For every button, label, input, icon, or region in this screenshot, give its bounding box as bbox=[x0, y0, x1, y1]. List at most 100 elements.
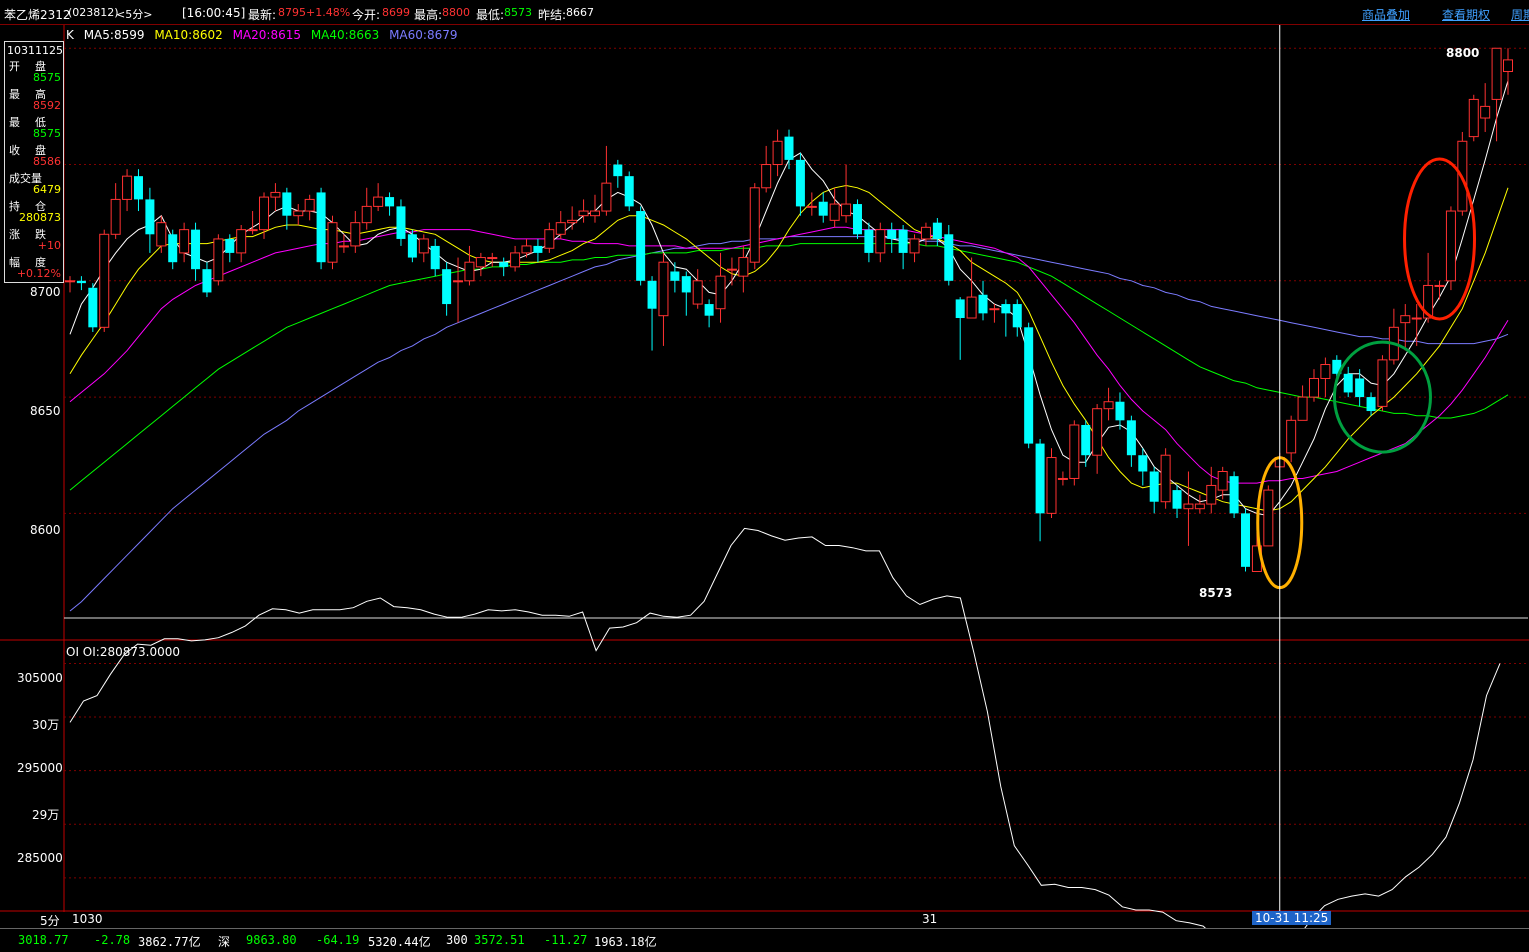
candle-body-up bbox=[122, 175, 133, 200]
candle-body-up bbox=[1217, 470, 1228, 491]
candle-body-up bbox=[1480, 105, 1491, 119]
candle-body-down bbox=[76, 280, 86, 284]
ma5-legend: MA5:8599 bbox=[83, 28, 145, 42]
period-axis-label: 5分 bbox=[40, 914, 60, 928]
info-oi: 280873 bbox=[19, 211, 61, 224]
candle-body-up bbox=[487, 257, 498, 260]
candle-body-down bbox=[385, 197, 395, 207]
candle-body-up bbox=[110, 198, 121, 235]
candle-body-up bbox=[544, 229, 555, 249]
candle-body-up bbox=[1468, 98, 1479, 138]
candle-body-up bbox=[236, 229, 247, 254]
candle-body-up bbox=[1183, 503, 1194, 510]
sz-label: 深 bbox=[218, 935, 231, 949]
info-low: 8575 bbox=[33, 127, 61, 140]
candle-body-up bbox=[179, 229, 190, 254]
candle-body-down bbox=[898, 229, 908, 253]
candle-body-up bbox=[338, 245, 349, 248]
candle-body-down bbox=[1138, 455, 1148, 472]
oi-line bbox=[69, 527, 1501, 951]
candle-body-down bbox=[442, 269, 452, 305]
candle-body-up bbox=[841, 203, 852, 217]
candle-body-up bbox=[156, 222, 167, 247]
candle-body-up bbox=[373, 196, 384, 207]
candle-body-up bbox=[1160, 454, 1171, 503]
candle-body-down bbox=[396, 206, 406, 239]
hs300-index: 3572.51 bbox=[474, 933, 525, 947]
candle-body-up bbox=[589, 210, 600, 217]
candle-body-down bbox=[191, 229, 201, 270]
candle-body-up bbox=[510, 252, 521, 268]
oi-tick-label: 285000 bbox=[17, 851, 63, 865]
info-close: 8586 bbox=[33, 155, 61, 168]
candle-body-down bbox=[1355, 378, 1365, 398]
candle-body-up bbox=[350, 222, 361, 247]
candle-body-up bbox=[1069, 424, 1080, 479]
candle-body-down bbox=[1035, 443, 1045, 514]
cursor-time-label: 10-31 11:25 bbox=[1252, 911, 1332, 925]
candle-body-up bbox=[1491, 47, 1502, 100]
candle-body-down bbox=[430, 245, 440, 270]
candle-body-up bbox=[1057, 477, 1068, 480]
info-vol: 6479 bbox=[33, 183, 61, 196]
high-annotation: 8800 bbox=[1446, 46, 1480, 60]
oi-tick-label: 305000 bbox=[17, 671, 63, 685]
candle-body-down bbox=[978, 294, 988, 314]
info-chg: +10 bbox=[37, 239, 61, 252]
candle-body-up bbox=[475, 257, 486, 268]
candle-body-up bbox=[829, 203, 840, 221]
candle-body-up bbox=[521, 245, 532, 254]
candle-body-up bbox=[1411, 317, 1422, 320]
index-status-bar: 3018.77 -2.78 3862.77亿 深 9863.80 -64.19 … bbox=[0, 928, 1529, 952]
oi-tick-label: 30万 bbox=[32, 718, 60, 732]
candle-body-up bbox=[601, 182, 612, 212]
candle-body-up bbox=[578, 210, 589, 217]
candle-body-down bbox=[168, 234, 178, 263]
bar-info-panel: 10311125 开 盘 8575 最 高 8592 最 低 8575 收 盘 … bbox=[4, 41, 64, 283]
candle-body-up bbox=[361, 205, 372, 224]
candle-body-up bbox=[1377, 359, 1388, 407]
candle-body-down bbox=[499, 262, 509, 267]
candle-body-up bbox=[749, 187, 760, 263]
info-high: 8592 bbox=[33, 99, 61, 112]
ma20-legend: MA20:8615 bbox=[232, 28, 301, 42]
candle-body-down bbox=[145, 199, 155, 235]
candle-body-down bbox=[670, 271, 680, 281]
candle-body-up bbox=[213, 238, 224, 282]
hs300-amount: 1963.18亿 bbox=[594, 935, 657, 949]
candle-body-up bbox=[1092, 408, 1103, 456]
time-tick-label: 1030 bbox=[72, 912, 103, 926]
candle-body-up bbox=[247, 229, 258, 232]
candle-body-down bbox=[1115, 401, 1125, 421]
candle-body-down bbox=[887, 229, 897, 239]
candle-body-down bbox=[944, 234, 954, 281]
candle-body-down bbox=[613, 164, 623, 177]
info-date: 10311125 bbox=[7, 44, 63, 57]
candle-body-up bbox=[1103, 401, 1114, 410]
candle-body-up bbox=[1400, 315, 1411, 324]
candle-body-up bbox=[966, 296, 977, 319]
candle-body-up bbox=[920, 226, 931, 240]
sh-index: 3018.77 bbox=[18, 933, 69, 947]
candle-body-up bbox=[567, 219, 578, 224]
k-label: K bbox=[66, 28, 74, 42]
candle-body-down bbox=[1126, 420, 1136, 456]
candle-body-up bbox=[1308, 377, 1319, 398]
candle-body-up bbox=[304, 198, 315, 212]
candle-body-down bbox=[864, 229, 874, 253]
candle-body-up bbox=[555, 222, 566, 235]
candle-body-up bbox=[658, 261, 669, 317]
kline-chart[interactable] bbox=[0, 0, 1529, 951]
candle-body-down bbox=[88, 287, 98, 328]
candle-body-down bbox=[407, 234, 417, 258]
hs300-change: -11.27 bbox=[544, 933, 588, 947]
sh-change: -2.78 bbox=[94, 933, 131, 947]
price-tick-label: 8650 bbox=[30, 404, 61, 418]
candle-body-up bbox=[327, 222, 338, 263]
candle-body-up bbox=[453, 280, 464, 283]
candle-body-up bbox=[1320, 364, 1331, 379]
candle-body-up bbox=[1503, 59, 1513, 73]
candle-body-up bbox=[418, 238, 429, 254]
candle-body-up bbox=[875, 229, 886, 254]
candle-body-down bbox=[636, 211, 646, 281]
